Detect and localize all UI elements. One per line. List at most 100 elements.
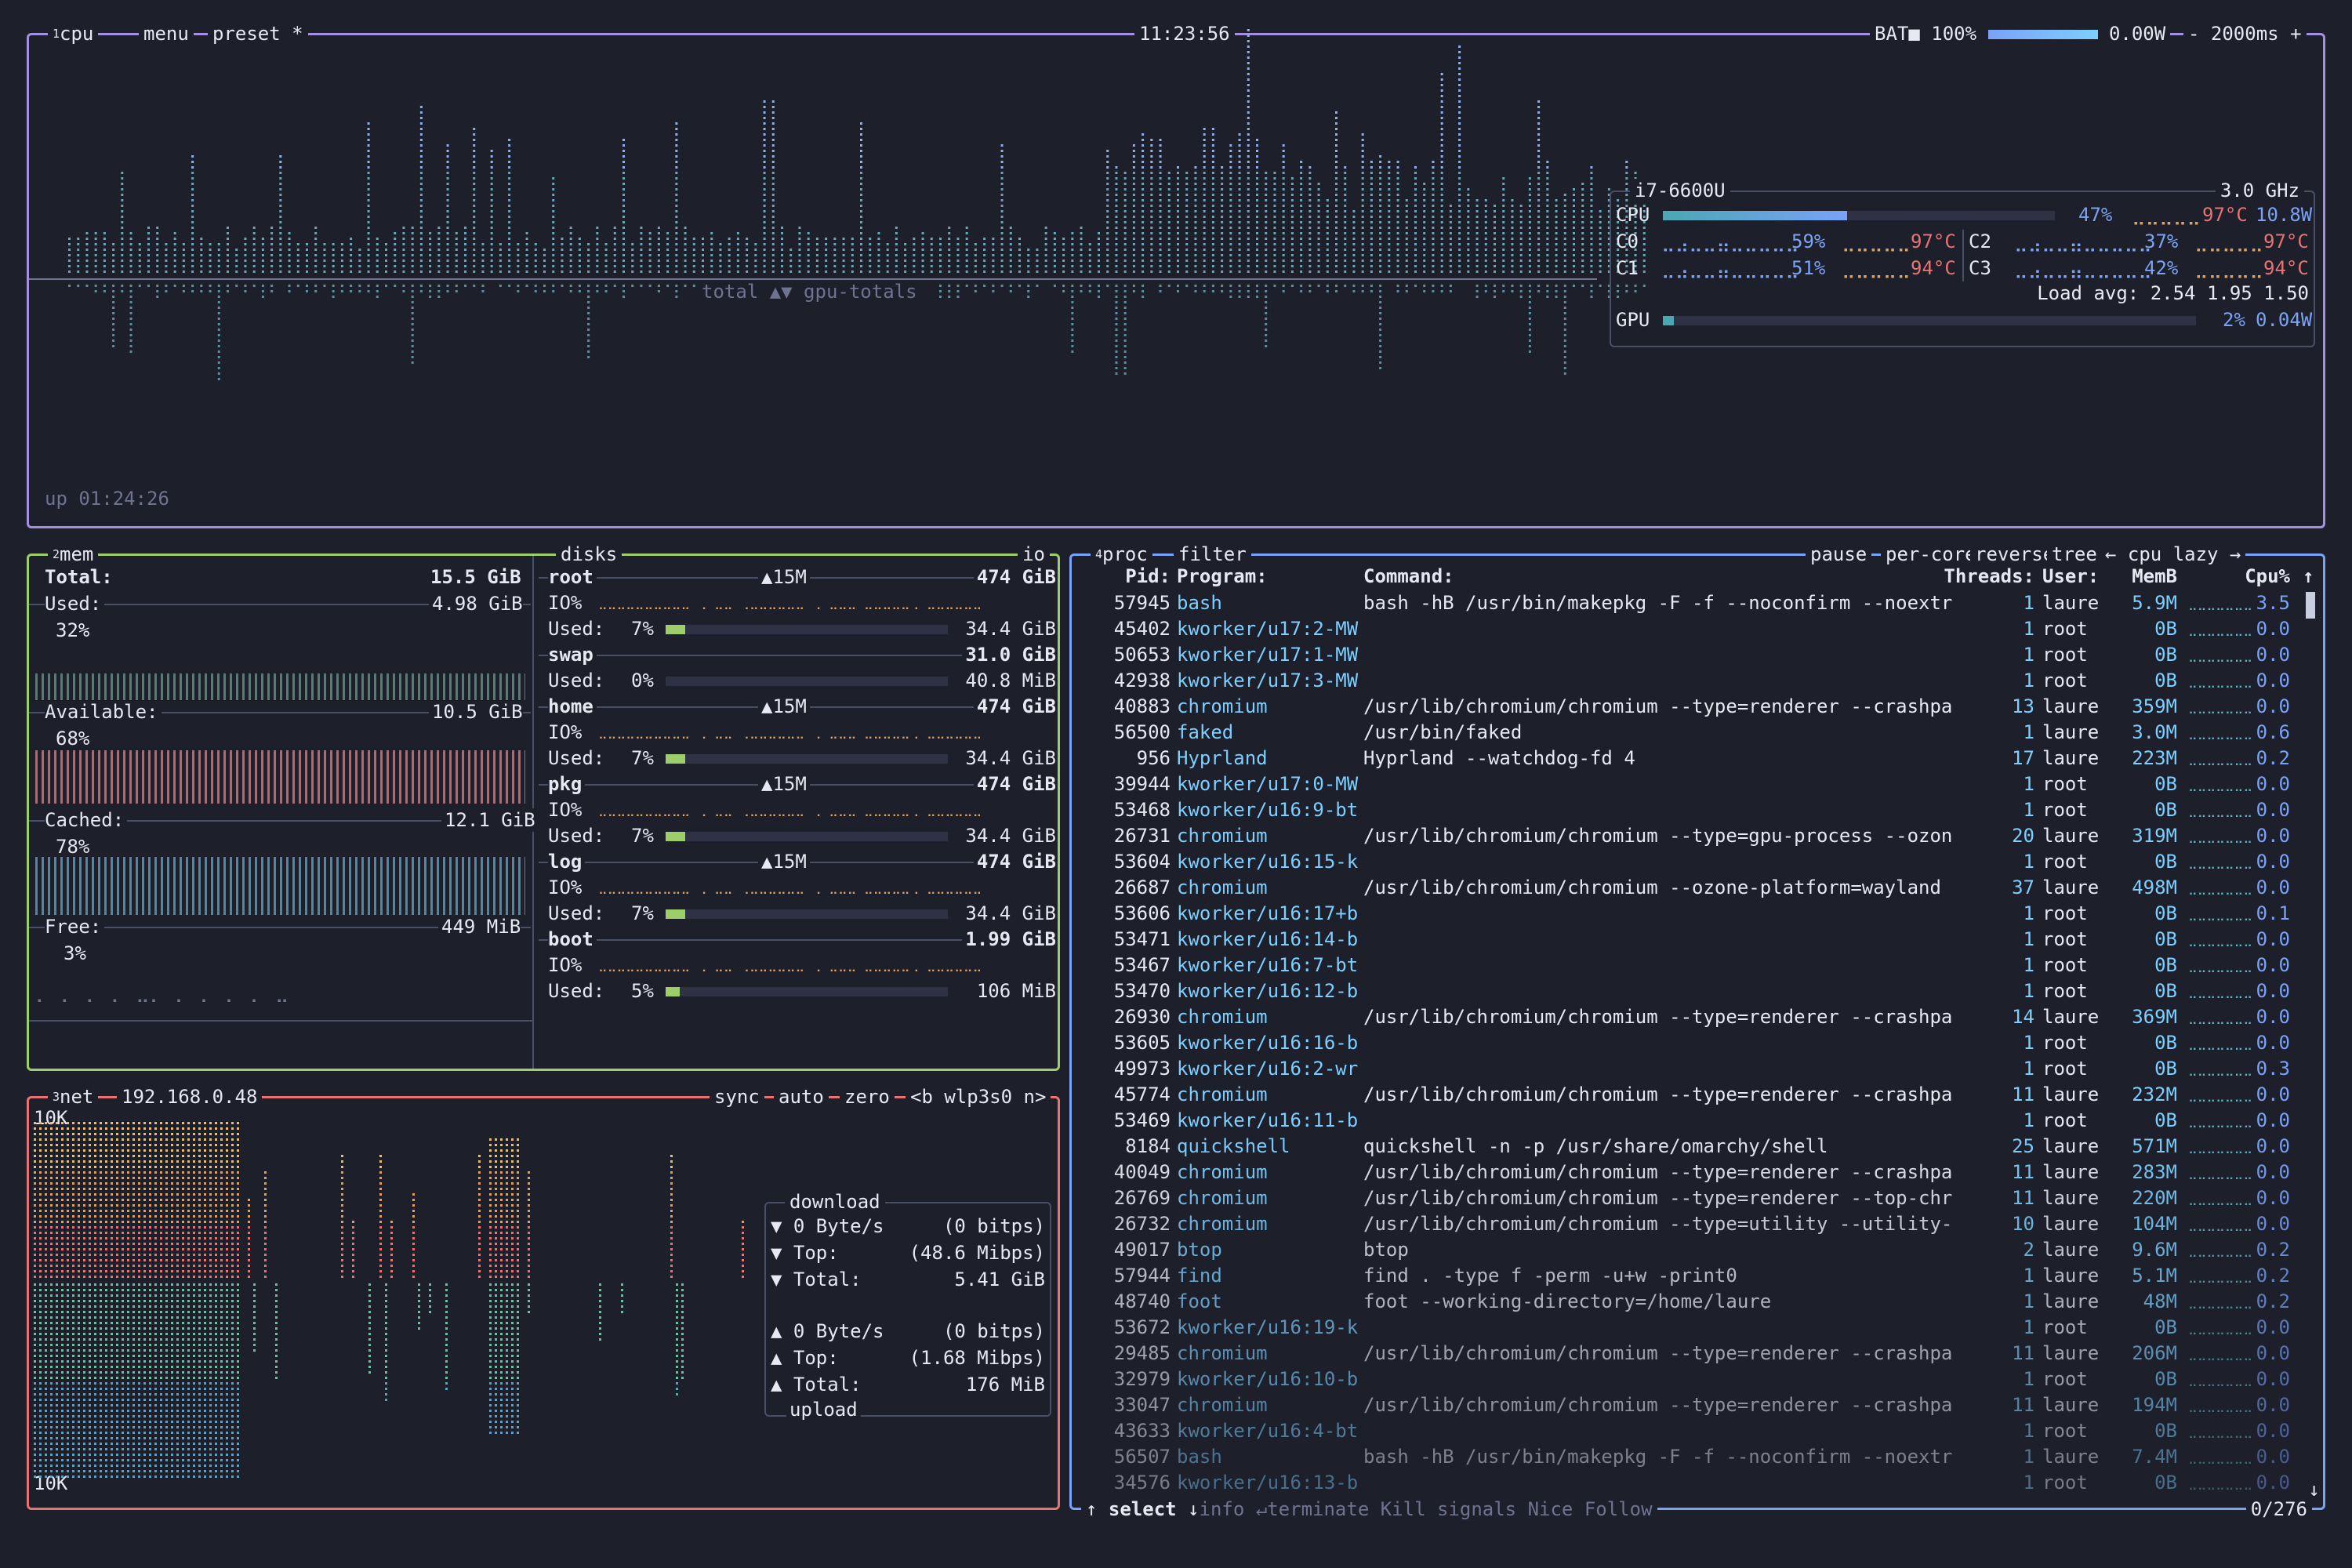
proc-tree-button[interactable]: tree bbox=[2047, 543, 2102, 566]
process-mem: 48M bbox=[2143, 1290, 2177, 1312]
kill-button[interactable]: Kill bbox=[1381, 1498, 1426, 1520]
process-program: find bbox=[1177, 1265, 1222, 1287]
process-threads: 25 bbox=[2012, 1135, 2034, 1157]
process-row[interactable]: 57945 bash bash -hB /usr/bin/makepkg -F -f… bbox=[1072, 590, 2323, 616]
proc-per-core-button[interactable]: per-core bbox=[1881, 543, 1981, 566]
menu-button[interactable]: menu bbox=[139, 22, 194, 45]
enter-icon: ↵ bbox=[1255, 1498, 1268, 1520]
process-row[interactable]: 53672 kworker/u16:19-k 1 root 0B 0.0 ⣀⣀⣀⣀⣀⣀⣀ bbox=[1072, 1315, 2323, 1341]
process-program: kworker/u16:7-bt bbox=[1177, 954, 1359, 976]
process-row[interactable]: 34576 kworker/u16:13-b 1 root 0B 0.0 ⣀⣀⣀⣀⣀⣀⣀ bbox=[1072, 1470, 2323, 1496]
select-down-icon[interactable]: ↓ bbox=[1188, 1498, 1199, 1520]
mem-header[interactable]: MemB bbox=[2114, 564, 2177, 590]
threads-header[interactable]: Threads: bbox=[1898, 564, 2034, 590]
process-row[interactable]: 53606 kworker/u16:17+b 1 root 0B 0.1 ⣀⣀⣀⣀⣀⣀⣀ bbox=[1072, 901, 2323, 927]
process-command: /usr/lib/chromium/chromium --type=render… bbox=[1363, 1083, 1953, 1105]
mem-available-graph bbox=[35, 750, 525, 804]
process-row[interactable]: 53471 kworker/u16:14-b 1 root 0B 0.0 ⣀⣀⣀⣀⣀⣀⣀ bbox=[1072, 927, 2323, 953]
process-row[interactable]: 53605 kworker/u16:16-b 1 root 0B 0.0 ⣀⣀⣀⣀⣀⣀⣀ bbox=[1072, 1030, 2323, 1056]
process-program: chromium bbox=[1177, 1161, 1268, 1183]
interval-increase-button[interactable]: + bbox=[2290, 23, 2301, 45]
net-prev-interface-button[interactable]: <b bbox=[910, 1086, 933, 1108]
command-header[interactable]: Command: bbox=[1363, 564, 1454, 590]
cpu-box-title[interactable]: 1cpu bbox=[48, 22, 99, 45]
disk-size: 31.0 GiB bbox=[962, 643, 1056, 666]
process-row[interactable]: 43633 kworker/u16:4-bt 1 root 0B 0.0 ⣀⣀⣀⣀⣀⣀⣀ bbox=[1072, 1418, 2323, 1444]
process-row[interactable]: 40883 chromium/usr/lib/chromium/chromium … bbox=[1072, 694, 2323, 720]
pid-header[interactable]: Pid: bbox=[1083, 564, 1171, 590]
info-button[interactable]: info bbox=[1200, 1498, 1245, 1520]
net-zero-button[interactable]: zero bbox=[840, 1085, 895, 1109]
select-up-icon[interactable]: ↑ bbox=[1086, 1498, 1097, 1520]
process-row[interactable]: 42938 kworker/u17:3-MW 1 root 0B 0.0 ⣀⣀⣀⣀⣀⣀⣀ bbox=[1072, 668, 2323, 694]
sort-prev-button[interactable]: ← bbox=[2105, 543, 2116, 565]
process-row[interactable]: 49017 btop btop 2 laure 9.6M 0.2 ⣀⣀⣀⣀⣀⣀⣀ bbox=[1072, 1237, 2323, 1263]
disk-io-graph: ⣀⣀⣀⣀⣀⣀⣀⣀⣀⣀ ⢀ ⣀⣀ ⢀⣀⣀⣀⣀⣀⣀ ⢀ ⣀⣀⣀ ⣀⣀⣀⣀⣀⢀ ⣀⣀⣀… bbox=[598, 957, 982, 972]
process-row[interactable]: 49973 kworker/u16:2-wr 1 root 0B 0.3 ⣀⣀⣀⣀⣀⣀⣀ bbox=[1072, 1056, 2323, 1082]
preset-button[interactable]: preset * bbox=[208, 22, 308, 45]
process-row[interactable]: 53469 kworker/u16:11-b 1 root 0B 0.0 ⣀⣀⣀⣀⣀⣀⣀ bbox=[1072, 1108, 2323, 1134]
net-next-interface-button[interactable]: n> bbox=[1024, 1086, 1047, 1108]
process-command: foot --working-directory=/home/laure bbox=[1363, 1290, 1772, 1312]
nice-button[interactable]: Nice bbox=[1528, 1498, 1573, 1520]
interval-decrease-button[interactable]: - bbox=[2188, 23, 2199, 45]
process-user: root bbox=[2042, 1316, 2088, 1338]
io-toggle[interactable]: io bbox=[1018, 543, 1050, 566]
net-sync-button[interactable]: sync bbox=[710, 1085, 764, 1109]
process-row[interactable]: 48740 foot foot --working-directory=/home/… bbox=[1072, 1289, 2323, 1315]
process-row[interactable]: 45774 chromium/usr/lib/chromium/chromium … bbox=[1072, 1082, 2323, 1108]
sort-next-button[interactable]: → bbox=[2230, 543, 2241, 565]
process-program: chromium bbox=[1177, 1213, 1268, 1235]
process-program: kworker/u16:16-b bbox=[1177, 1032, 1359, 1054]
follow-button[interactable]: Follow bbox=[1584, 1498, 1653, 1520]
process-row[interactable]: 53604 kworker/u16:15-k 1 root 0B 0.0 ⣀⣀⣀⣀⣀⣀⣀ bbox=[1072, 849, 2323, 875]
signals-button[interactable]: signals bbox=[1437, 1498, 1516, 1520]
disk-used-label: Used: bbox=[548, 980, 605, 1002]
process-row[interactable]: 40049 chromium/usr/lib/chromium/chromium … bbox=[1072, 1160, 2323, 1185]
process-pid: 53672 bbox=[1113, 1316, 1171, 1338]
process-row[interactable]: 26687 chromium/usr/lib/chromium/chromium … bbox=[1072, 875, 2323, 901]
process-row[interactable]: 32979 kworker/u16:10-b 1 root 0B 0.0 ⣀⣀⣀⣀⣀⣀⣀ bbox=[1072, 1367, 2323, 1392]
disk-used-value: 34.4 GiB bbox=[965, 902, 1056, 924]
process-cpu-graph: ⣀⣀⣀⣀⣀⣀⣀ bbox=[2188, 1424, 2253, 1439]
process-row[interactable]: 8184 quickshell quickshell -n -p /usr/shar… bbox=[1072, 1134, 2323, 1160]
process-row[interactable]: 53467 kworker/u16:7-bt 1 root 0B 0.0 ⣀⣀⣀⣀⣀⣀⣀ bbox=[1072, 953, 2323, 978]
process-row[interactable]: 26769 chromium/usr/lib/chromium/chromium … bbox=[1072, 1185, 2323, 1211]
process-row[interactable]: 39944 kworker/u17:0-MW 1 root 0B 0.0 ⣀⣀⣀⣀⣀⣀⣀ bbox=[1072, 771, 2323, 797]
process-cpu-graph: ⣀⣀⣀⣀⣀⣀⣀ bbox=[2188, 622, 2253, 637]
disks-title[interactable]: disks bbox=[556, 543, 622, 566]
cpu-header[interactable]: Cpu% bbox=[2232, 564, 2290, 590]
proc-box-title[interactable]: 4proc bbox=[1091, 543, 1152, 566]
process-row[interactable]: 53470 kworker/u16:12-b 1 root 0B 0.0 ⣀⣀⣀⣀⣀⣀⣀ bbox=[1072, 978, 2323, 1004]
scroll-down-icon[interactable]: ↓ bbox=[2309, 1478, 2320, 1501]
proc-filter-button[interactable]: filter bbox=[1174, 543, 1251, 566]
upload-rate: ▲ 0 Byte/s bbox=[771, 1320, 884, 1342]
net-box-title[interactable]: 3net bbox=[48, 1085, 99, 1109]
process-row[interactable]: 29485 chromium/usr/lib/chromium/chromium … bbox=[1072, 1341, 2323, 1367]
process-row[interactable]: 50653 kworker/u17:1-MW 1 root 0B 0.0 ⣀⣀⣀⣀⣀⣀⣀ bbox=[1072, 642, 2323, 668]
process-row[interactable]: 45402 kworker/u17:2-MW 1 root 0B 0.0 ⣀⣀⣀⣀⣀⣀⣀ bbox=[1072, 616, 2323, 642]
terminate-button[interactable]: terminate bbox=[1267, 1498, 1369, 1520]
process-row[interactable]: 26732 chromium/usr/lib/chromium/chromium … bbox=[1072, 1211, 2323, 1237]
mem-box-title[interactable]: 2mem bbox=[48, 543, 99, 566]
select-button[interactable]: select bbox=[1109, 1498, 1177, 1520]
process-row[interactable]: 26930 chromium/usr/lib/chromium/chromium … bbox=[1072, 1004, 2323, 1030]
proc-pause-button[interactable]: pause bbox=[1806, 543, 1872, 566]
net-interface-selector[interactable]: <b wlp3s0 n> bbox=[906, 1085, 1051, 1109]
proc-sort-selector[interactable]: ← cpu lazy → bbox=[2100, 543, 2246, 566]
process-row[interactable]: 53468 kworker/u16:9-bt 1 root 0B 0.0 ⣀⣀⣀⣀⣀⣀⣀ bbox=[1072, 797, 2323, 823]
process-row[interactable]: 56500 faked/usr/bin/faked 1 laure 3.0M 0.6 ⣀⣀⣀… bbox=[1072, 720, 2323, 746]
program-header[interactable]: Program: bbox=[1177, 564, 1268, 590]
process-row[interactable]: 56507 bash bash -hB /usr/bin/makepkg -F -f… bbox=[1072, 1444, 2323, 1470]
disk-io-graph: ⣀⣀⣀⣀⣀⣀⣀⣀⣀⣀ ⢀ ⣀⣀ ⢀⣀⣀⣀⣀⣀⣀ ⢀ ⣀⣀⣀ ⣀⣀⣀⣀⣀⢀ ⣀⣀⣀… bbox=[598, 880, 982, 895]
net-traffic-graph bbox=[34, 1122, 744, 1478]
process-row[interactable]: 26731 chromium/usr/lib/chromium/chromium … bbox=[1072, 823, 2323, 849]
process-row[interactable]: 956 Hyprland Hyprland --watchdog-fd 4 17 lau… bbox=[1072, 746, 2323, 771]
proc-reverse-button[interactable]: reverse bbox=[1970, 543, 2060, 566]
process-row[interactable]: 57944 find find . -type f -perm -u+w -prin… bbox=[1072, 1263, 2323, 1289]
net-auto-button[interactable]: auto bbox=[774, 1085, 829, 1109]
process-row[interactable]: 33047 chromium/usr/lib/chromium/chromium … bbox=[1072, 1392, 2323, 1418]
net-zero-label: zero bbox=[844, 1086, 890, 1108]
disks-title-label: disks bbox=[561, 543, 618, 565]
user-header[interactable]: User: bbox=[2042, 564, 2099, 590]
